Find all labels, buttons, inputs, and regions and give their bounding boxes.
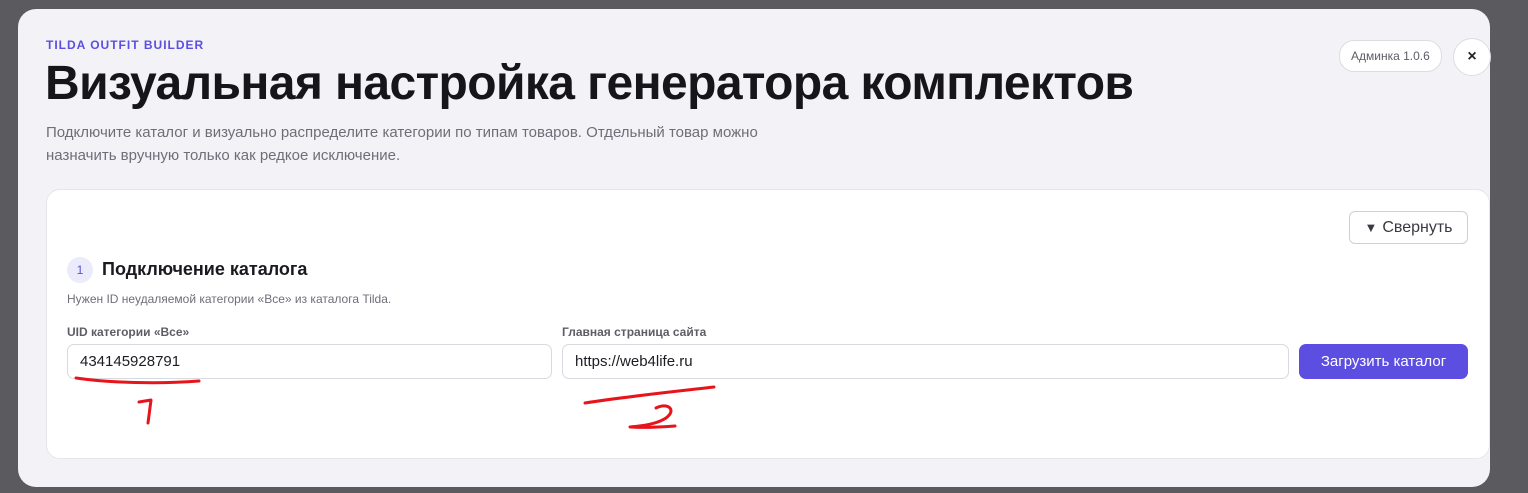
close-icon: × [1467,48,1477,65]
uid-field-label: UID категории «Все» [67,325,190,339]
page-subtitle: Подключите каталог и визуально распредел… [46,124,758,164]
triangle-down-icon: ▼ [1364,220,1378,235]
close-button[interactable]: × [1453,38,1491,76]
version-badge: Админка 1.0.6 [1339,40,1442,72]
homepage-field-label: Главная страница сайта [562,325,707,339]
app-eyebrow: TILDA OUTFIT BUILDER [46,38,205,52]
collapse-button[interactable]: ▼ Свернуть [1349,211,1468,244]
settings-modal: TILDA OUTFIT BUILDER Визуальная настройк… [18,9,1491,487]
section-title: Подключение каталога [102,259,308,279]
page-title: Визуальная настройка генератора комплект… [45,57,1134,110]
load-catalog-button[interactable]: Загрузить каталог [1299,344,1468,379]
collapse-label: Свернуть [1382,218,1453,236]
homepage-url-input[interactable] [562,344,1289,379]
step-number-badge: 1 [67,257,93,283]
section-hint: Нужен ID неудаляемой категории «Все» из … [67,292,392,306]
uid-input[interactable] [67,344,552,379]
catalog-connection-card: ▼ Свернуть 1 Подключение каталога Нужен … [46,189,1490,459]
